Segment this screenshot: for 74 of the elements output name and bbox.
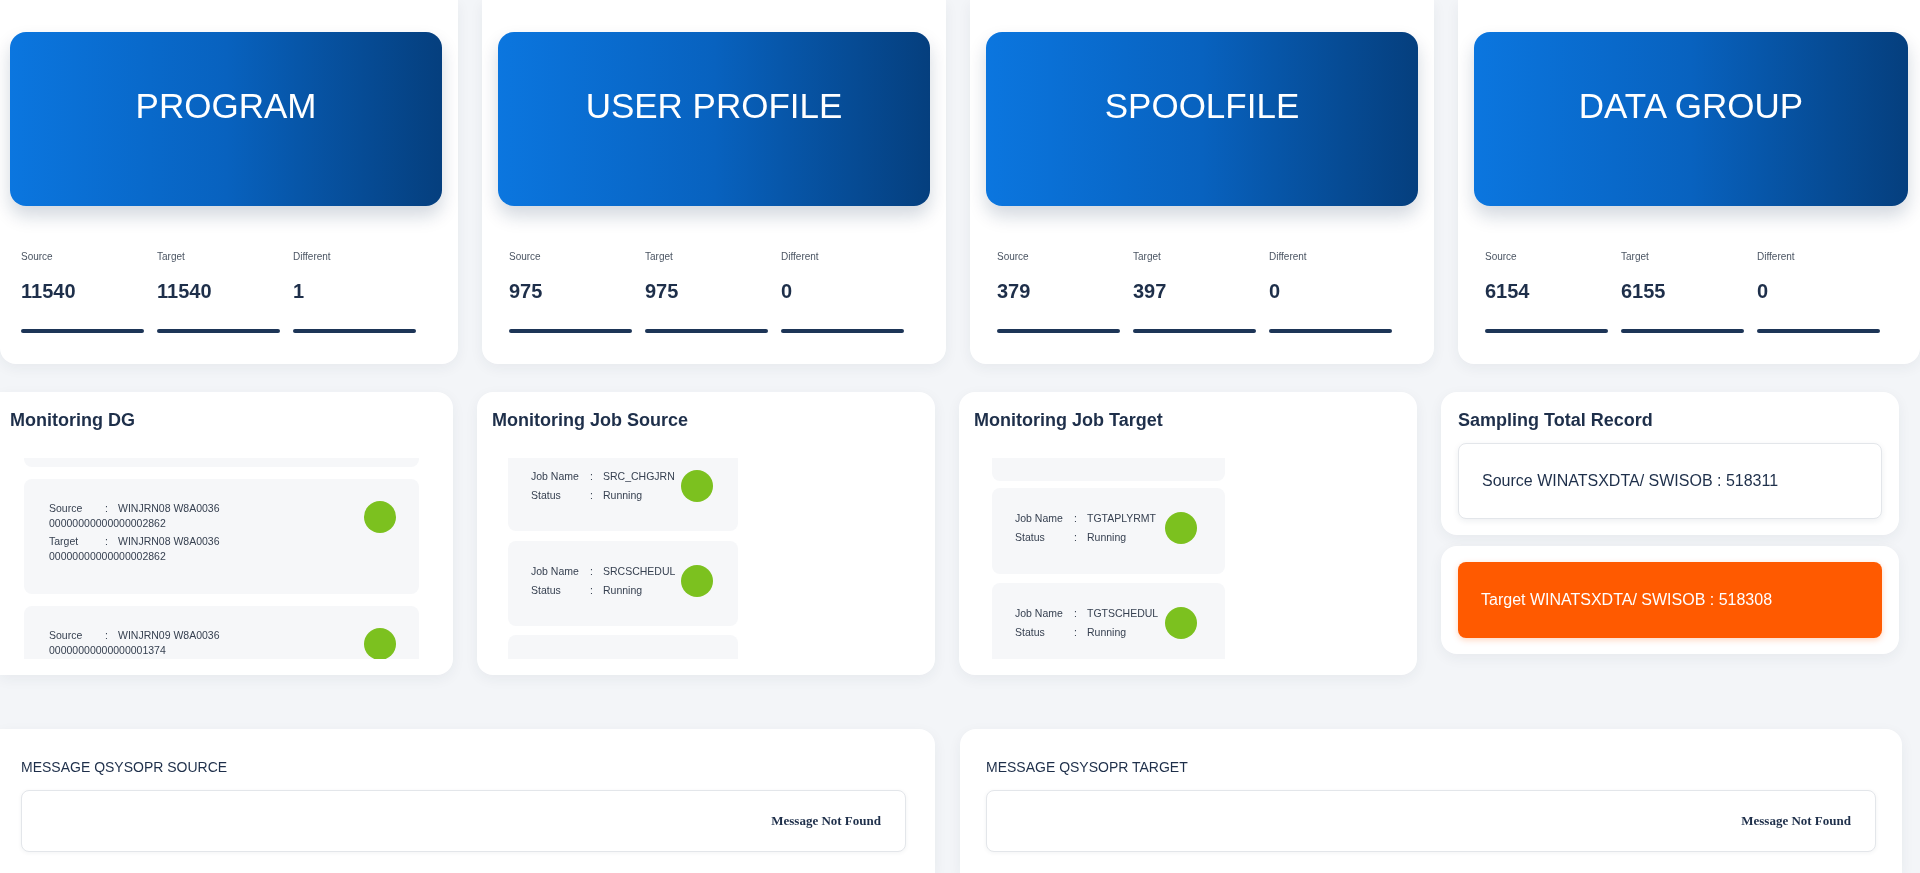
stat-label: Different xyxy=(1757,250,1795,264)
stat-label: Target xyxy=(645,250,673,264)
field-label: Job Name xyxy=(1015,606,1064,621)
stat-value: 11540 xyxy=(157,279,212,303)
stat-label: Source xyxy=(997,250,1029,264)
card-title: Monitoring DG xyxy=(10,409,135,432)
stat-value: 975 xyxy=(509,279,543,303)
field-value: 00000000000000002862 xyxy=(49,549,166,564)
field-value: WINJRN09 W8A0036 xyxy=(118,628,220,643)
stat-value: 6154 xyxy=(1485,279,1530,303)
field-separator: : xyxy=(1074,606,1078,621)
field-separator: : xyxy=(590,564,594,579)
field-value: 00000000000000002862 xyxy=(49,516,166,531)
field-label: Status xyxy=(531,488,562,503)
stat-value: 0 xyxy=(1757,279,1769,303)
field-separator: : xyxy=(1074,511,1078,526)
category-banner: USER PROFILE xyxy=(498,32,930,206)
category-banner: PROGRAM xyxy=(10,32,442,206)
field-value: WINJRN08 W8A0036 xyxy=(118,534,220,549)
stat-value: 975 xyxy=(645,279,679,303)
stat-value: 0 xyxy=(1269,279,1281,303)
stat-label: Target xyxy=(157,250,185,264)
stat-value: 6155 xyxy=(1621,279,1666,303)
field-label: Source xyxy=(49,501,84,516)
stat-label: Different xyxy=(293,250,331,264)
field-value: Running xyxy=(603,488,644,503)
field-label: Status xyxy=(1015,625,1046,640)
stat-label: Source xyxy=(509,250,541,264)
stat-label: Different xyxy=(781,250,819,264)
field-label: Target xyxy=(49,534,80,549)
stat-value: 379 xyxy=(997,279,1031,303)
stat-label: Source xyxy=(21,250,53,264)
stat-value: 11540 xyxy=(21,279,76,303)
field-separator: : xyxy=(105,534,109,549)
field-separator: : xyxy=(1074,625,1078,640)
field-value: TGTAPLYRMT xyxy=(1087,511,1158,526)
category-banner: SPOOLFILE xyxy=(986,32,1418,206)
field-separator: : xyxy=(105,501,109,516)
field-label: Job Name xyxy=(531,564,580,579)
stat-value: 397 xyxy=(1133,279,1167,303)
field-label: Source xyxy=(49,628,84,643)
field-value: Running xyxy=(1087,625,1128,640)
stat-value: 0 xyxy=(781,279,793,303)
stat-label: Target xyxy=(1133,250,1161,264)
stat-label: Target xyxy=(1621,250,1649,264)
field-label: Status xyxy=(531,583,562,598)
card-title: Monitoring Job Target xyxy=(974,409,1163,432)
field-separator: : xyxy=(590,469,594,484)
field-value: SRCSCHEDUL xyxy=(603,564,677,579)
field-value: 00000000000000001374 xyxy=(49,643,166,658)
message-text: Message Not Found xyxy=(1741,812,1851,831)
stat-label: Source xyxy=(1485,250,1517,264)
field-value: TGTSCHEDUL xyxy=(1087,606,1160,621)
record-text: Target WINATSXDTA/ SWISOB : 518308 xyxy=(1481,590,1773,610)
field-separator: : xyxy=(105,628,109,643)
field-value: WINJRN08 W8A0036 xyxy=(118,501,220,516)
field-separator: : xyxy=(590,488,594,503)
field-value: Running xyxy=(1087,530,1128,545)
field-label: Status xyxy=(1015,530,1046,545)
card-title: MESSAGE QSYSOPR SOURCE xyxy=(21,758,228,777)
field-label: Job Name xyxy=(1015,511,1064,526)
field-separator: : xyxy=(590,583,594,598)
field-value: SRC_CHGJRN xyxy=(603,469,676,484)
record-text: Source WINATSXDTA/ SWISOB : 518311 xyxy=(1482,471,1779,491)
field-label: Job Name xyxy=(531,469,580,484)
category-banner: DATA GROUP xyxy=(1474,32,1908,206)
card-title: Sampling Total Record xyxy=(1458,409,1653,432)
field-separator: : xyxy=(1074,530,1078,545)
message-text: Message Not Found xyxy=(771,812,881,831)
card-title: MESSAGE QSYSOPR TARGET xyxy=(986,758,1188,777)
field-value: Running xyxy=(603,583,644,598)
stat-label: Different xyxy=(1269,250,1307,264)
stat-value: 1 xyxy=(293,279,305,303)
card-title: Monitoring Job Source xyxy=(492,409,688,432)
